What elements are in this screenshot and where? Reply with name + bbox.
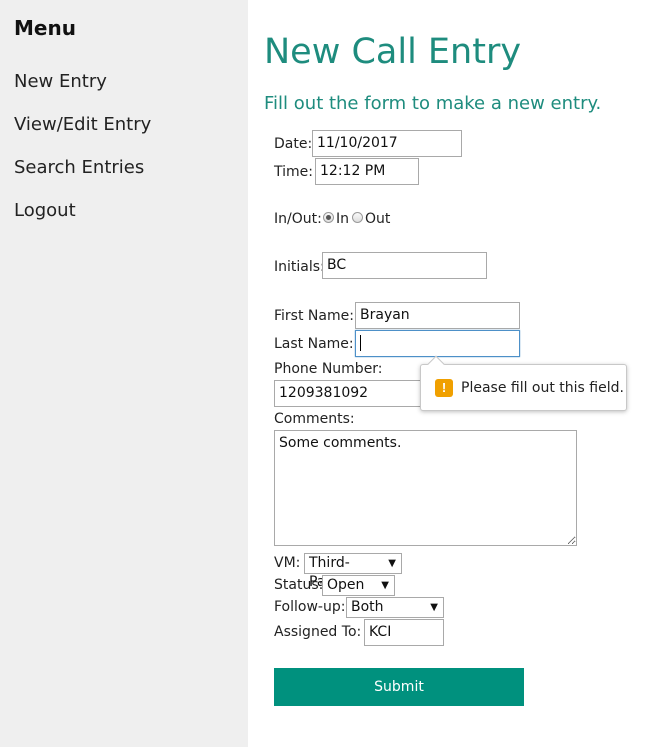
chevron-down-icon: ▼: [381, 580, 389, 591]
tooltip-notch: [427, 355, 445, 373]
page-subtitle: Fill out the form to make a new entry.: [264, 93, 602, 114]
text-caret: [360, 335, 361, 351]
comments-textarea[interactable]: Some comments.: [274, 430, 577, 546]
last-name-input[interactable]: [355, 330, 520, 357]
initials-input[interactable]: BC: [322, 252, 487, 279]
sidebar: Menu New Entry View/Edit Entry Search En…: [0, 0, 248, 747]
vm-label: VM:: [274, 555, 301, 571]
main-content: New Call Entry Fill out the form to make…: [248, 0, 667, 747]
vm-select[interactable]: Third-Party▼: [304, 553, 402, 590]
followup-label: Follow-up:: [274, 599, 346, 615]
first-name-label: First Name:: [274, 308, 354, 324]
date-label: Date:: [274, 136, 313, 152]
inout-label: In/Out:: [274, 211, 322, 227]
sidebar-item-new-entry[interactable]: New Entry: [14, 71, 107, 92]
out-radio-label: Out: [365, 211, 391, 227]
in-radio[interactable]: [323, 212, 334, 223]
page-title: New Call Entry: [264, 32, 522, 72]
time-input[interactable]: 12:12 PM: [315, 158, 419, 185]
status-select[interactable]: Open ▼: [322, 575, 395, 596]
last-name-label: Last Name:: [274, 336, 354, 352]
followup-select-value: Both: [351, 599, 384, 615]
date-input[interactable]: 11/10/2017: [312, 130, 462, 157]
assigned-label: Assigned To:: [274, 624, 362, 640]
phone-input[interactable]: 1209381092: [274, 380, 439, 407]
warning-icon: !: [435, 379, 453, 397]
sidebar-item-search-entries[interactable]: Search Entries: [14, 157, 144, 178]
initials-label: Initials:: [274, 259, 325, 275]
out-radio[interactable]: [352, 212, 363, 223]
validation-tooltip: ! Please fill out this field.: [420, 355, 627, 411]
status-label: Status:: [274, 577, 324, 593]
in-radio-label: In: [336, 211, 350, 227]
time-label: Time:: [274, 164, 313, 180]
submit-button[interactable]: Submit: [274, 668, 524, 706]
first-name-input[interactable]: Brayan: [355, 302, 520, 329]
comments-label: Comments:: [274, 411, 355, 427]
sidebar-item-logout[interactable]: Logout: [14, 200, 76, 221]
chevron-down-icon: ▼: [430, 602, 438, 613]
sidebar-item-view-edit-entry[interactable]: View/Edit Entry: [14, 114, 151, 135]
followup-select[interactable]: Both ▼: [346, 597, 444, 618]
assigned-input[interactable]: KCI: [364, 619, 444, 646]
phone-label: Phone Number:: [274, 361, 383, 377]
status-select-value: Open: [327, 577, 365, 593]
chevron-down-icon: ▼: [388, 558, 396, 569]
tooltip-message: Please fill out this field.: [461, 380, 624, 396]
menu-title: Menu: [14, 16, 76, 40]
